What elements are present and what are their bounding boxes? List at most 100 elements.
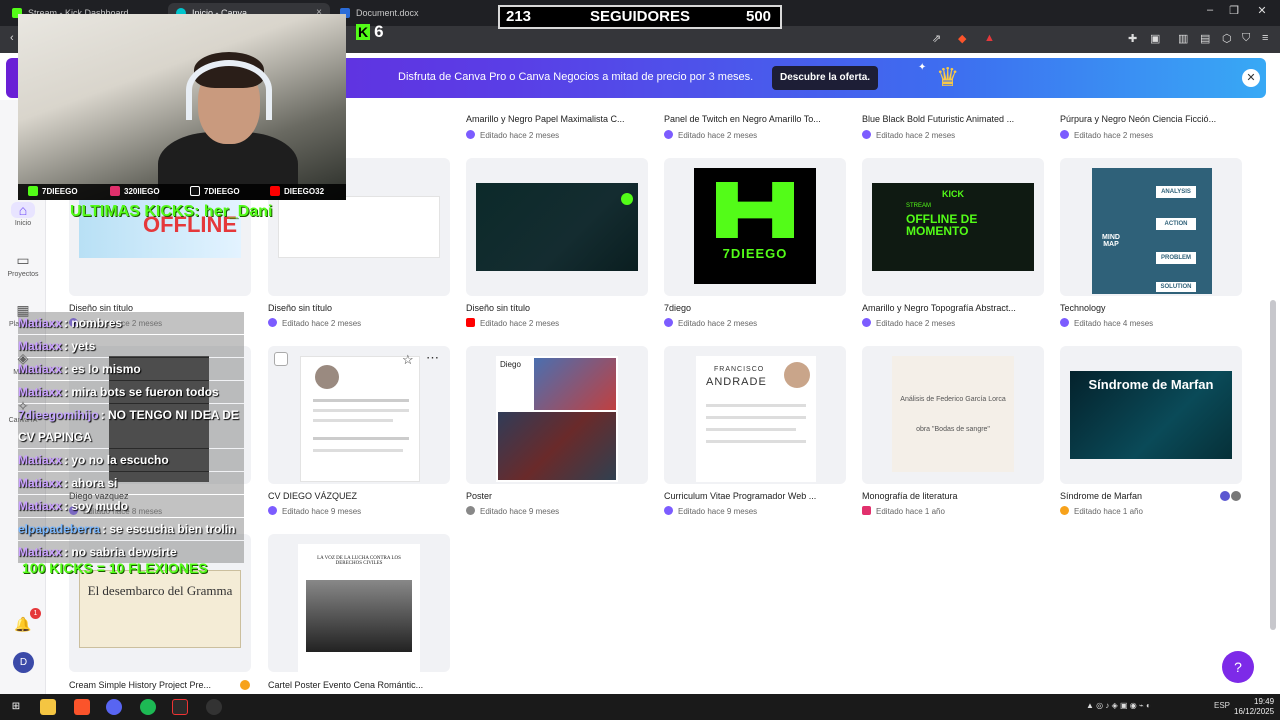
select-checkbox[interactable] <box>274 352 288 366</box>
cv-line <box>706 416 806 419</box>
design-title[interactable]: Amarillo y Negro Papel Maximalista C... <box>466 114 646 124</box>
design-meta: Editado hace 2 meses <box>664 130 757 140</box>
star-icon[interactable]: ☆ <box>402 352 414 368</box>
design-title[interactable]: Poster <box>466 491 646 501</box>
kick-icon <box>28 186 38 196</box>
design-card[interactable]: KICK STREAM OFFLINE DE MOMENTO <box>862 158 1044 296</box>
thumbnail-text: Síndrome de Marfan <box>1088 377 1214 392</box>
cv-line <box>706 404 806 407</box>
design-card[interactable]: LA VOZ DE LA LUCHA CONTRA LOS DERECHOS C… <box>268 534 450 672</box>
rail-label: Proyectos <box>7 271 39 278</box>
brave-shield-icon[interactable]: ◆ <box>958 32 966 45</box>
design-card[interactable] <box>466 158 648 296</box>
design-title[interactable]: Síndrome de Marfan <box>1060 491 1240 501</box>
banner-close-button[interactable]: ✕ <box>1242 69 1260 87</box>
cv-line <box>313 399 409 402</box>
design-title[interactable]: Curriculum Vitae Programador Web ... <box>664 491 844 501</box>
banner-cta-button[interactable]: Descubre la oferta. <box>772 66 879 90</box>
avatar[interactable]: D <box>13 652 34 673</box>
notifications-button[interactable]: 🔔 <box>0 616 46 635</box>
windows-start-icon[interactable]: ⊞ <box>8 699 24 715</box>
followers-current: 213 <box>506 8 532 25</box>
file-explorer-icon[interactable] <box>40 699 56 715</box>
chat-message: Matiaxx: nombres <box>18 312 244 334</box>
design-card[interactable]: Análisis de Federico García Lorca obra "… <box>862 346 1044 484</box>
design-title[interactable]: Púrpura y Negro Neón Ciencia Ficció... <box>1060 114 1240 124</box>
spotify-icon[interactable] <box>140 699 156 715</box>
design-title[interactable]: Cartel Poster Evento Cena Romántic... <box>268 680 448 690</box>
close-window-icon[interactable]: ✕ <box>1250 4 1274 17</box>
scrollbar[interactable] <box>1270 300 1276 630</box>
design-meta: Editado hace 2 meses <box>268 318 361 328</box>
maximize-icon[interactable]: ❐ <box>1222 4 1246 17</box>
design-title[interactable]: Panel de Twitch en Negro Amarillo To... <box>664 114 844 124</box>
thumbnail-text: LA VOZ DE LA LUCHA CONTRA LOS DERECHOS C… <box>317 556 401 566</box>
design-card[interactable]: 7DIEEGO <box>664 158 846 296</box>
followers-label: SEGUIDORES <box>590 8 691 25</box>
minimize-icon[interactable]: – <box>1198 4 1222 16</box>
design-title[interactable]: Diseño sin título <box>268 303 448 313</box>
design-card[interactable]: FRANCISCO ANDRADE <box>664 346 846 484</box>
menu-icon[interactable]: ≡ <box>1262 32 1268 44</box>
cv-line <box>313 419 393 422</box>
more-options-icon[interactable]: ⋯ <box>426 350 439 366</box>
clock-date: 16/12/2025 <box>1234 707 1275 716</box>
system-clock[interactable]: 19:49 16/12/2025 <box>1234 697 1274 717</box>
chat-message: Matiaxx: ahora si <box>18 472 244 494</box>
language-indicator[interactable]: ESP <box>1214 701 1230 710</box>
design-title[interactable]: Blue Black Bold Futuristic Animated ... <box>862 114 1042 124</box>
rail-item-home[interactable]: ⌂ Inicio <box>0 202 46 227</box>
design-title[interactable]: Diseño sin título <box>466 303 646 313</box>
collaborator-avatar <box>1220 491 1230 501</box>
mindmap-step: SOLUTION <box>1156 282 1196 292</box>
design-title[interactable]: Monografía de literatura <box>862 491 1042 501</box>
design-thumbnail: Síndrome de Marfan <box>1070 371 1232 459</box>
obs-icon[interactable] <box>206 699 222 715</box>
rail-item-projects[interactable]: ▭ Proyectos <box>0 252 46 278</box>
design-card[interactable]: MIND MAP ANALYSIS ACTION PROBLEM SOLUTIO… <box>1060 158 1242 296</box>
riot-icon[interactable] <box>172 699 188 715</box>
design-card[interactable]: Síndrome de Marfan <box>1060 346 1242 484</box>
youtube-icon <box>466 318 475 327</box>
tab-search-icon[interactable]: ▣ <box>1150 32 1160 45</box>
brave-icon[interactable] <box>74 699 90 715</box>
chat-message: Matiaxx: mira bots se fueron todos <box>18 381 244 403</box>
design-thumbnail: MIND MAP ANALYSIS ACTION PROBLEM SOLUTIO… <box>1092 168 1212 294</box>
chat-message: Matiaxx: yets <box>18 335 244 357</box>
help-button[interactable]: ? <box>1222 651 1254 683</box>
profile-photo <box>315 365 339 389</box>
shield-icon[interactable]: ⛉ <box>1242 32 1250 45</box>
brave-rewards-icon[interactable]: ▲ <box>984 32 995 44</box>
wallet-icon[interactable]: ▤ <box>1200 32 1210 45</box>
design-title[interactable]: Technology <box>1060 303 1240 313</box>
canva-icon <box>862 130 871 139</box>
share-icon[interactable]: ⇗ <box>932 32 941 45</box>
thumbnail-text: OFFLINE DE MOMENTO <box>906 212 978 238</box>
discord-icon[interactable] <box>106 699 122 715</box>
canva-icon <box>664 318 673 327</box>
design-meta: Editado hace 2 meses <box>466 130 559 140</box>
design-title[interactable]: Cream Simple History Project Pre... <box>69 680 249 690</box>
canva-icon <box>268 318 277 327</box>
globe-icon <box>466 506 475 515</box>
extensions-icon[interactable]: ✚ <box>1128 32 1137 45</box>
design-meta: Editado hace 9 meses <box>664 506 757 516</box>
design-title[interactable]: Amarillo y Negro Topografía Abstract... <box>862 303 1042 313</box>
design-title[interactable]: CV DIEGO VÁZQUEZ <box>268 491 448 501</box>
design-thumbnail <box>476 183 638 271</box>
canva-icon <box>664 130 673 139</box>
sidebar-icon[interactable]: ▥ <box>1178 32 1188 45</box>
vpn-icon[interactable]: ⬡ <box>1222 32 1232 45</box>
instagram-icon <box>862 506 871 515</box>
design-card[interactable]: ☆ ⋯ <box>268 346 450 484</box>
design-card[interactable]: Diego <box>466 346 648 484</box>
back-icon[interactable]: ‹ <box>10 32 14 44</box>
follower-goal-overlay: 213 SEGUIDORES 500 <box>498 5 782 29</box>
design-meta: Editado hace 4 meses <box>1060 318 1153 328</box>
canva-icon <box>862 318 871 327</box>
tray-icons[interactable]: ▲ ◎ ♪ ◈ ▣ ◉ ⌁ ◐ <box>1086 701 1151 710</box>
social-tiktok: 7DIEEGO <box>190 184 240 200</box>
design-title[interactable]: 7diego <box>664 303 844 313</box>
design-meta: Editado hace 2 meses <box>862 130 955 140</box>
folder-icon: ▭ <box>16 252 30 268</box>
